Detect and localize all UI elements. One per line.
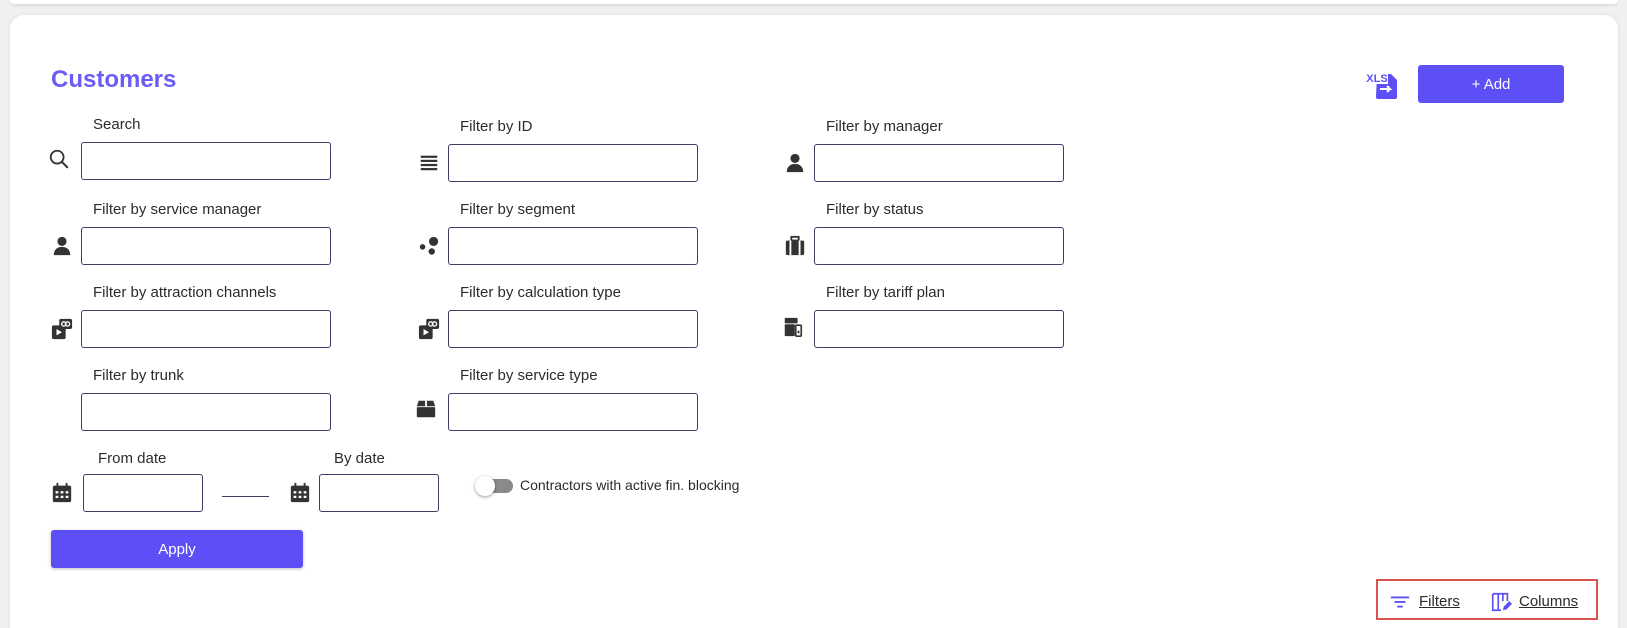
tariff-icon: [782, 316, 804, 338]
box-icon: [415, 398, 437, 420]
columns-link[interactable]: Columns: [1519, 593, 1578, 610]
filter-tariff-plan-label: Filter by tariff plan: [826, 284, 945, 301]
filter-service-manager-input[interactable]: [81, 227, 331, 265]
page-title: Customers: [51, 66, 177, 93]
xls-export-icon[interactable]: XLS: [1366, 70, 1400, 100]
media-channel-icon: [418, 318, 440, 340]
filter-manager-label: Filter by manager: [826, 118, 943, 135]
search-icon: [48, 148, 70, 170]
xls-label: XLS: [1366, 73, 1387, 85]
fin-blocking-label: Contractors with active fin. blocking: [520, 477, 740, 493]
filter-status-input[interactable]: [814, 227, 1064, 265]
filter-attraction-channels-label: Filter by attraction channels: [93, 284, 277, 301]
filter-trunk-input[interactable]: [81, 393, 331, 431]
user-icon: [51, 235, 73, 257]
from-date-input[interactable]: [83, 474, 203, 512]
filter-calculation-type-input[interactable]: [448, 310, 698, 348]
filter-calculation-type-label: Filter by calculation type: [460, 284, 621, 301]
filter-id-label: Filter by ID: [460, 118, 533, 135]
filter-tariff-plan-input[interactable]: [814, 310, 1064, 348]
toggle-knob: [475, 476, 495, 496]
fin-blocking-toggle[interactable]: [475, 476, 513, 496]
filter-attraction-channels-input[interactable]: [81, 310, 331, 348]
calendar-icon: [289, 482, 311, 504]
by-date-label: By date: [334, 450, 385, 467]
filter-service-type-input[interactable]: [448, 393, 698, 431]
search-label: Search: [93, 116, 141, 133]
segment-icon: [418, 235, 440, 257]
filter-segment-input[interactable]: [448, 227, 698, 265]
filters-link[interactable]: Filters: [1419, 593, 1460, 610]
media-channel-icon: [51, 318, 73, 340]
filter-service-type-label: Filter by service type: [460, 367, 598, 384]
filter-lines-icon[interactable]: [1389, 591, 1411, 613]
list-icon: [418, 152, 440, 174]
by-date-input[interactable]: [319, 474, 439, 512]
briefcase-icon: [784, 235, 806, 257]
filter-status-label: Filter by status: [826, 201, 924, 218]
apply-button[interactable]: Apply: [51, 530, 303, 568]
add-customer-button[interactable]: + Add: [1418, 65, 1564, 103]
calendar-icon: [51, 482, 73, 504]
filter-service-manager-label: Filter by service manager: [93, 201, 262, 218]
from-date-label: From date: [98, 450, 167, 467]
date-range-separator: [222, 496, 269, 497]
filter-id-input[interactable]: [448, 144, 698, 182]
user-icon: [784, 152, 806, 174]
top-bar: [10, 0, 1618, 4]
filter-segment-label: Filter by segment: [460, 201, 576, 218]
filter-trunk-label: Filter by trunk: [93, 367, 184, 384]
filter-manager-input[interactable]: [814, 144, 1064, 182]
columns-edit-icon[interactable]: [1490, 591, 1512, 613]
search-input[interactable]: [81, 142, 331, 180]
